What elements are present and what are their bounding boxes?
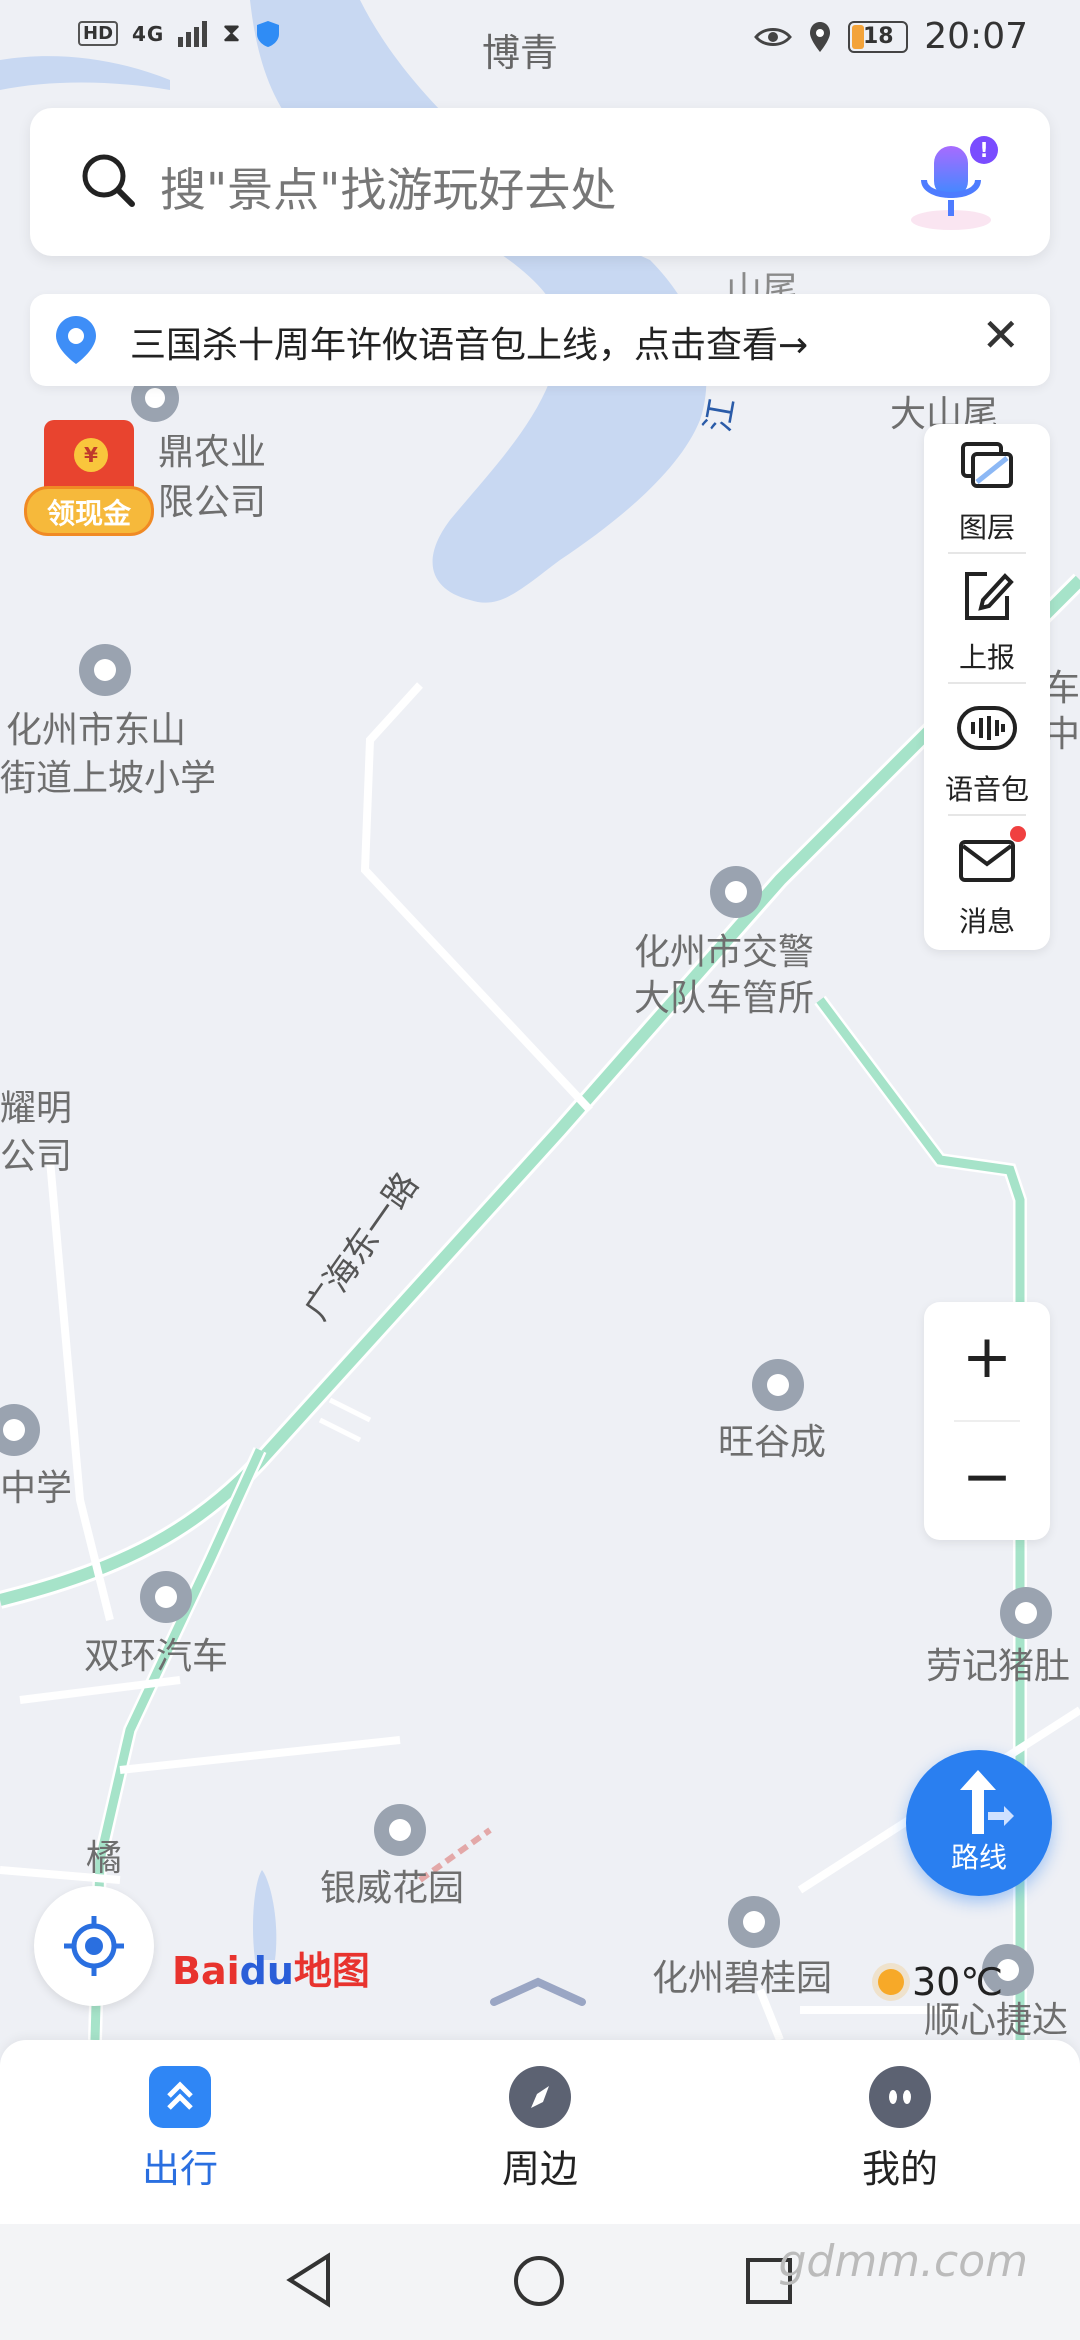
tool-label: 语音包 <box>944 773 1029 806</box>
place-label[interactable]: 银威花园 <box>320 1866 464 1912</box>
tab-travel[interactable]: 出行 <box>60 2066 300 2193</box>
mic-badge: ! <box>970 136 998 164</box>
clock: 20:07 <box>924 16 1028 57</box>
tab-label: 我的 <box>861 2147 938 2191</box>
place-label[interactable]: 橘 <box>86 1836 122 1882</box>
close-icon[interactable]: ✕ <box>981 308 1020 362</box>
route-label: 路线 <box>950 1841 1007 1874</box>
status-bar: HD 4G ⧗ 博青 18 20:07 <box>0 0 1080 75</box>
tool-label: 消息 <box>958 905 1015 938</box>
divider <box>948 682 1026 684</box>
place-label[interactable]: 劳记猪肚 <box>926 1644 1070 1690</box>
tool-report[interactable]: 上报 <box>924 554 1050 684</box>
compass-icon <box>509 2066 571 2128</box>
zoom-out-button[interactable]: − <box>924 1442 1050 1512</box>
divider <box>948 814 1026 816</box>
baidu-map-logo: Baidu地图 <box>172 1940 370 1995</box>
logo-bai: Bai <box>172 1949 240 1993</box>
cash-reward-button[interactable]: ¥ 领现金 <box>24 420 154 544</box>
route-arrow-icon <box>960 1770 1014 1834</box>
notice-banner[interactable]: 三国杀十周年许攸语音包上线，点击查看→ ✕ <box>30 294 1050 386</box>
place-label[interactable]: 化州碧桂园 <box>652 1956 832 2002</box>
place-label[interactable]: 公司 <box>0 1134 72 1180</box>
voice-pack-icon <box>957 706 1017 750</box>
tool-label: 上报 <box>958 641 1015 674</box>
search-bar[interactable]: 搜"景点"找游玩好去处 ! <box>30 108 1050 256</box>
coin-icon: ¥ <box>74 438 108 472</box>
place-label[interactable]: 化州市东山 <box>6 708 186 754</box>
tool-voice-pack[interactable]: 语音包 <box>924 686 1050 816</box>
temperature: 30℃ <box>912 1960 1004 2004</box>
place-label[interactable]: 顺心捷达 <box>924 1998 1068 2044</box>
logo-du: du <box>239 1949 294 1993</box>
message-envelope-icon <box>959 840 1015 882</box>
tool-label: 图层 <box>958 511 1015 544</box>
travel-icon <box>149 2066 211 2128</box>
place-label[interactable]: 街道上坡小学 <box>0 756 216 802</box>
tool-messages[interactable]: 消息 <box>924 818 1050 948</box>
tab-nearby[interactable]: 周边 <box>420 2066 660 2193</box>
bottom-nav: 出行 周边 我的 <box>0 2040 1080 2224</box>
eye-icon <box>754 27 793 46</box>
zoom-control: + − <box>924 1302 1050 1540</box>
profile-icon <box>869 2066 931 2128</box>
home-icon[interactable] <box>512 2254 566 2308</box>
location-icon <box>810 21 831 52</box>
back-icon[interactable] <box>284 2252 334 2308</box>
place-label[interactable]: 鼎农业 <box>158 430 266 476</box>
sun-icon <box>878 1969 904 1995</box>
tab-label: 周边 <box>501 2147 578 2191</box>
tool-layers[interactable]: 图层 <box>924 424 1050 554</box>
panel-expand-handle[interactable] <box>488 1976 588 2006</box>
divider <box>954 1420 1020 1422</box>
place-label[interactable]: 耀明 <box>0 1086 72 1132</box>
map-tools-panel: 图层 上报 语音包 消息 <box>924 424 1050 950</box>
search-input[interactable]: 搜"景点"找游玩好去处 <box>160 154 616 220</box>
place-label[interactable]: 双环汽车 <box>84 1634 228 1680</box>
battery-icon: 18 <box>848 20 909 53</box>
status-right: 18 20:07 <box>754 16 1028 57</box>
place-label[interactable]: 化州市交警 <box>634 930 814 976</box>
unread-dot <box>1010 826 1026 842</box>
tab-label: 出行 <box>141 2147 218 2191</box>
place-label[interactable]: 大队车管所 <box>634 976 814 1022</box>
crosshair-icon <box>64 1916 124 1976</box>
place-label[interactable]: 中学 <box>0 1466 72 1512</box>
place-label[interactable]: 限公司 <box>158 480 266 526</box>
notice-text[interactable]: 三国杀十周年许攸语音包上线，点击查看→ <box>130 316 808 368</box>
location-pin-icon <box>56 316 96 364</box>
report-edit-icon <box>965 572 1014 620</box>
layers-icon <box>961 442 1013 488</box>
zoom-in-button[interactable]: + <box>924 1322 1050 1392</box>
watermark: gdmm.com <box>778 2236 1028 2287</box>
route-button[interactable]: 路线 <box>906 1750 1052 1896</box>
cash-reward-label: 领现金 <box>24 486 154 536</box>
my-location-button[interactable] <box>34 1886 154 2006</box>
logo-map: 地图 <box>293 1949 370 1993</box>
place-label[interactable]: 旺谷成 <box>718 1420 826 1466</box>
search-icon <box>82 154 135 207</box>
tab-mine[interactable]: 我的 <box>780 2066 1020 2193</box>
weather-widget[interactable]: 30℃ <box>878 1960 1003 2004</box>
